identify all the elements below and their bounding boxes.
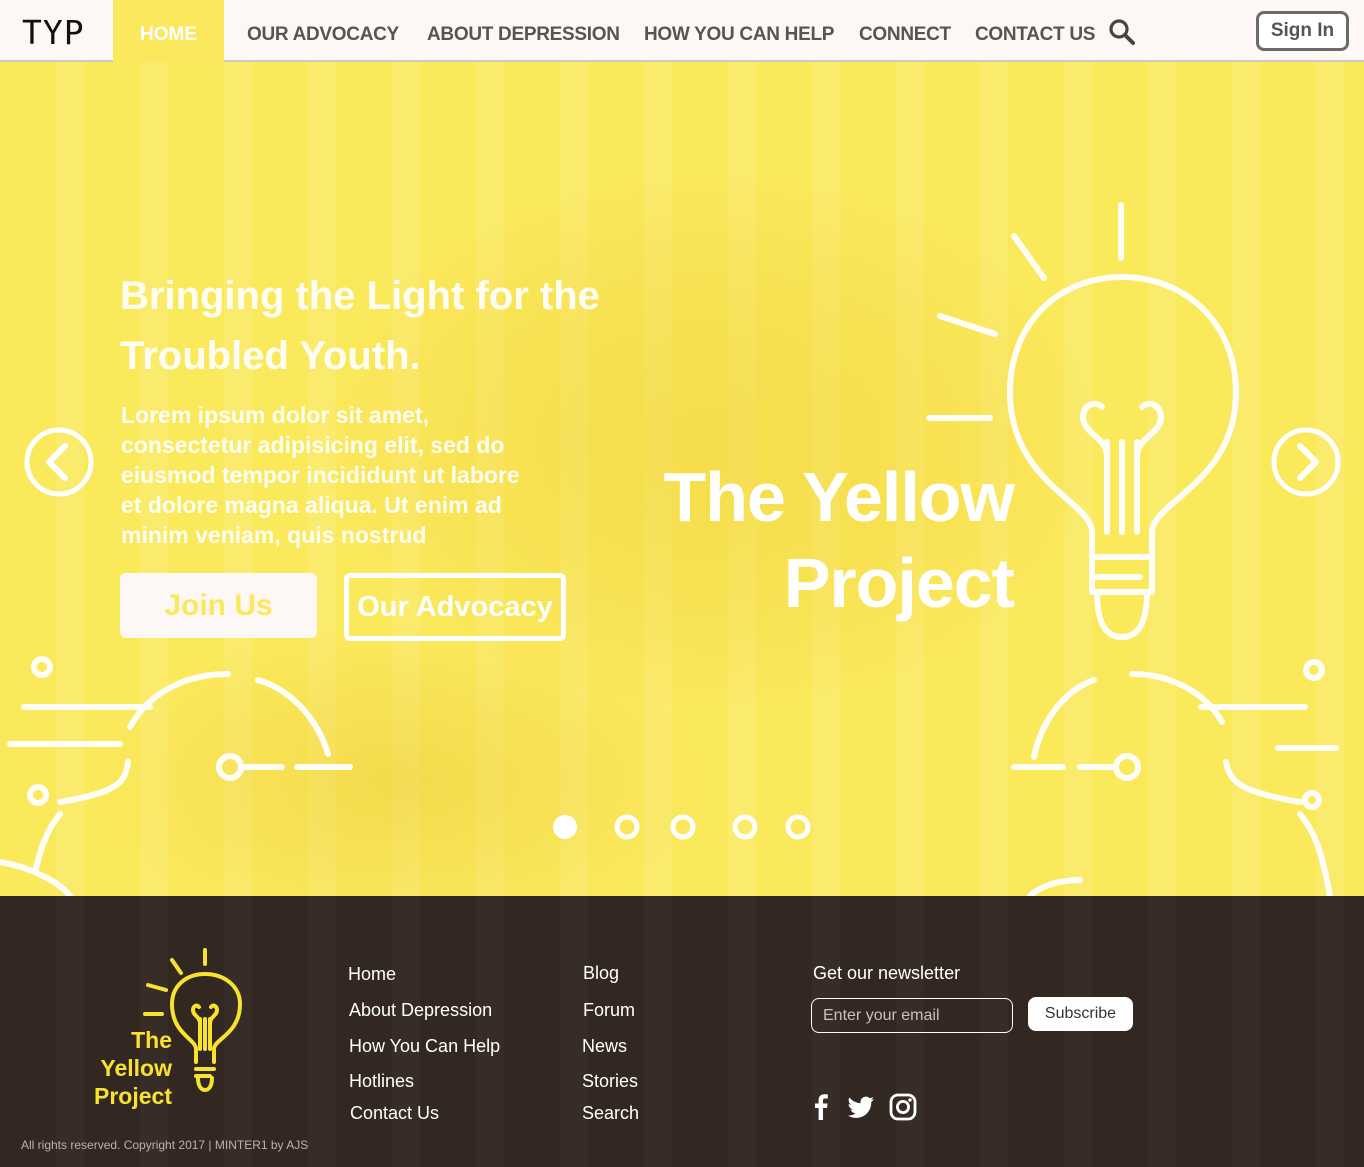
subscribe-button[interactable]: Subscribe [1028, 997, 1133, 1031]
footer-brand-line-1: The Yellow [100, 1027, 172, 1081]
newsletter-email-input[interactable] [811, 998, 1013, 1033]
nav-item-our-advocacy[interactable]: OUR ADVOCACY [247, 24, 399, 46]
newsletter-title: Get our newsletter [813, 963, 961, 983]
twitter-icon[interactable] [846, 1092, 876, 1122]
footer-link-hotlines[interactable]: Hotlines [349, 1071, 414, 1092]
carousel-dot-2[interactable] [614, 814, 640, 840]
sign-in-button[interactable]: Sign In [1256, 11, 1349, 51]
footer-link-search[interactable]: Search [582, 1103, 639, 1124]
instagram-icon[interactable] [888, 1092, 918, 1122]
nav-item-about-depression[interactable]: ABOUT DEPRESSION [427, 24, 620, 46]
footer-brand-line-2: Project [94, 1083, 172, 1109]
carousel-dot-1[interactable] [553, 815, 577, 839]
carousel-dot-3[interactable] [670, 814, 696, 840]
nav-item-contact-us[interactable]: CONTACT US [975, 24, 1095, 46]
footer-link-forum[interactable]: Forum [583, 1000, 635, 1021]
footer-link-how-you-can-help[interactable]: How You Can Help [349, 1036, 500, 1057]
top-navigation: TYP HOME OUR ADVOCACY ABOUT DEPRESSION H… [0, 0, 1364, 62]
footer-link-contact-us[interactable]: Contact Us [350, 1103, 439, 1124]
footer-brand-name[interactable]: The Yellow Project [54, 1026, 172, 1110]
carousel-dot-4[interactable] [732, 814, 758, 840]
carousel-dot-5[interactable] [785, 814, 811, 840]
hero-carousel: Bringing the Light for the Troubled Yout… [0, 62, 1364, 896]
carousel-indicators [553, 814, 811, 840]
nav-item-connect[interactable]: CONNECT [859, 24, 951, 46]
footer-link-stories[interactable]: Stories [582, 1071, 638, 1092]
footer-link-about-depression[interactable]: About Depression [349, 1000, 492, 1021]
footer-link-news[interactable]: News [582, 1036, 627, 1057]
footer-link-home[interactable]: Home [348, 964, 396, 985]
site-logo[interactable]: TYP [22, 16, 85, 49]
nav-item-home[interactable]: HOME [113, 0, 224, 62]
footer-link-blog[interactable]: Blog [583, 963, 619, 984]
nav-item-how-you-can-help[interactable]: HOW YOU CAN HELP [644, 24, 834, 46]
facebook-icon[interactable] [806, 1092, 836, 1122]
copyright-text: All rights reserved. Copyright 2017 | MI… [21, 1138, 309, 1152]
search-icon[interactable] [1108, 18, 1136, 46]
nav-item-home-label: HOME [140, 24, 197, 45]
site-footer: The Yellow Project Home About Depression… [0, 896, 1364, 1167]
